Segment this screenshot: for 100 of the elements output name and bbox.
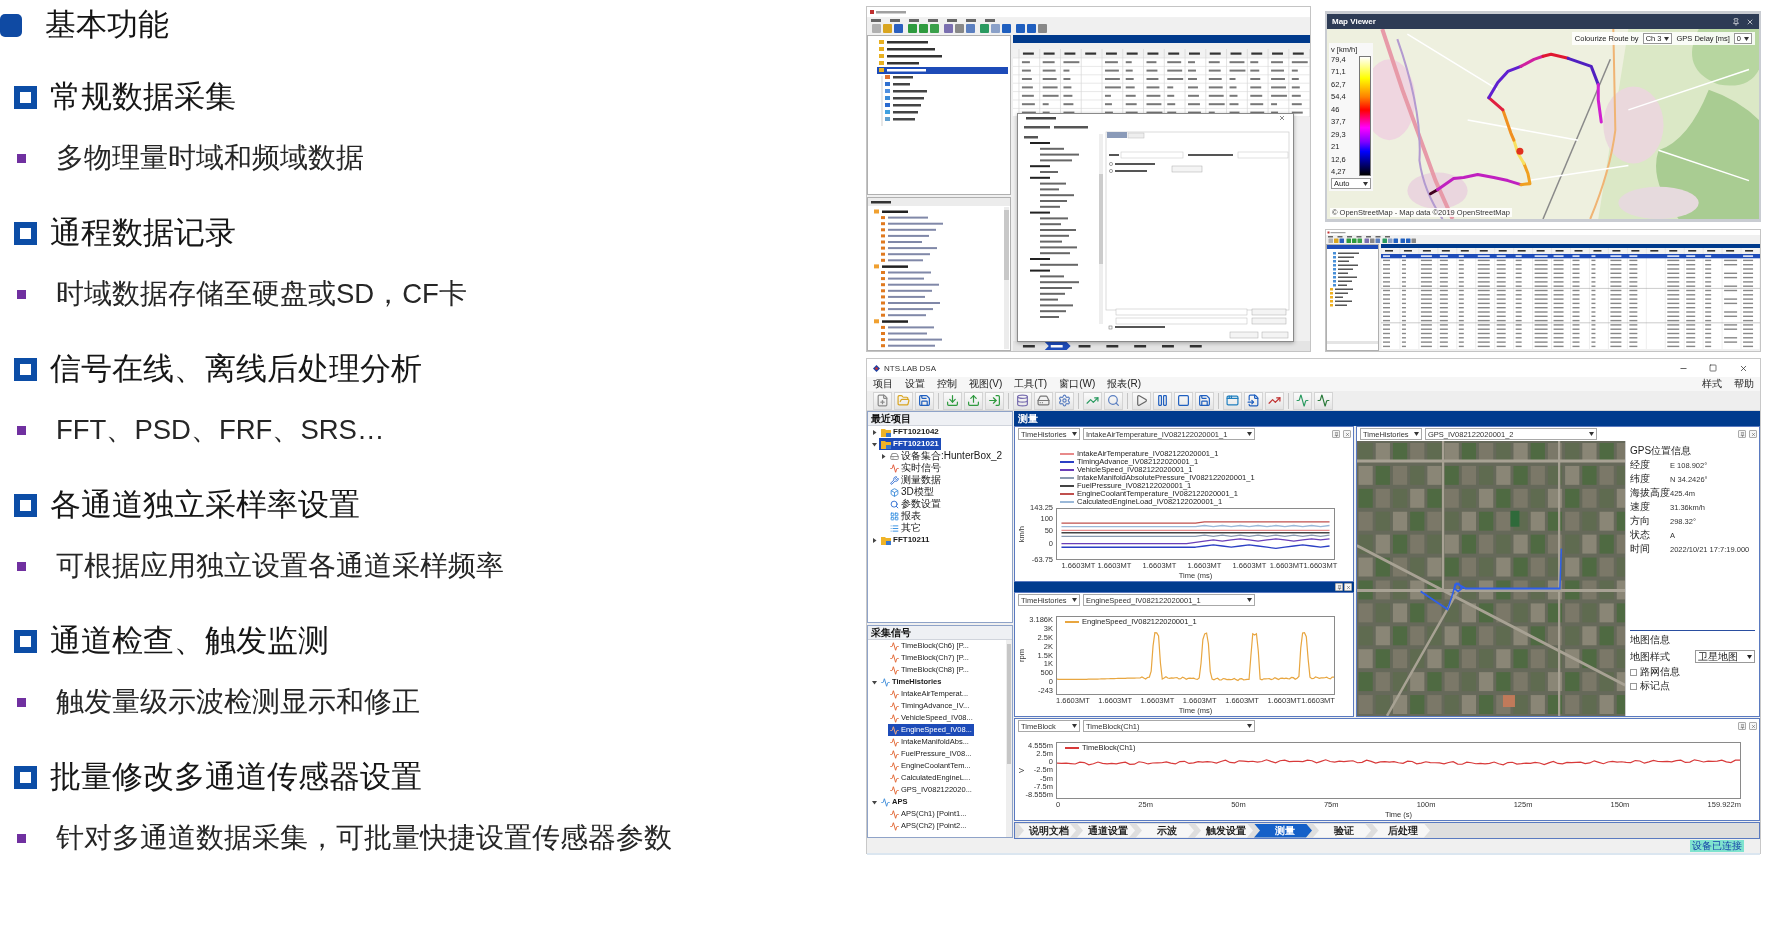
caret-down-icon bbox=[1072, 724, 1077, 728]
menu-item[interactable]: 样式 bbox=[1702, 378, 1722, 390]
tree-item[interactable]: 3D模型 bbox=[888, 486, 936, 498]
waveform-icon bbox=[890, 463, 899, 473]
caret-down-icon bbox=[1247, 432, 1252, 436]
menu-item[interactable]: 控制 bbox=[937, 378, 957, 390]
step-tab[interactable]: 触发设置 bbox=[1195, 823, 1253, 838]
slide-title: 基本功能 bbox=[45, 6, 169, 44]
square-bullet-icon bbox=[17, 153, 26, 163]
caret-down-icon[interactable] bbox=[872, 679, 877, 685]
settings-icon bbox=[1058, 394, 1071, 407]
menu-item[interactable]: 视图(V) bbox=[969, 378, 1003, 390]
section-title: GPS位置信息 bbox=[1630, 444, 1693, 458]
toolbar-button[interactable] bbox=[873, 391, 892, 410]
menu-item[interactable]: 工具(T) bbox=[1014, 378, 1048, 390]
tree-item[interactable]: 报表 bbox=[888, 510, 923, 522]
toolbar-button[interactable] bbox=[1013, 391, 1032, 410]
step-tab[interactable]: 测量 bbox=[1254, 823, 1312, 838]
checkbox-label: 标记点 bbox=[1640, 680, 1670, 692]
download-icon bbox=[946, 394, 959, 407]
folder-icon bbox=[881, 535, 891, 545]
pin-button[interactable] bbox=[1738, 430, 1746, 438]
step-tab[interactable]: 验证 bbox=[1313, 823, 1371, 838]
tree-item[interactable]: 参数设置 bbox=[888, 498, 943, 510]
feature-title: 各通道独立采样率设置 bbox=[50, 486, 360, 524]
list-icon bbox=[890, 523, 899, 533]
square-bullet-icon bbox=[17, 833, 26, 843]
menu-item[interactable]: 项目 bbox=[873, 378, 893, 390]
caret-right-icon[interactable] bbox=[881, 453, 886, 459]
pin-icon bbox=[1739, 431, 1745, 437]
caret-down-icon bbox=[1247, 724, 1252, 728]
step-tab[interactable]: 说明文档 bbox=[1018, 823, 1076, 838]
toolbar-button[interactable] bbox=[1174, 391, 1193, 410]
caret-right-icon[interactable] bbox=[872, 429, 877, 435]
toolbar-button[interactable] bbox=[1223, 391, 1242, 410]
tree-item[interactable]: FFT1021042 bbox=[879, 426, 941, 438]
pin-icon bbox=[1333, 431, 1339, 437]
maximize-icon bbox=[1709, 364, 1717, 372]
toolbar-button[interactable] bbox=[1195, 391, 1214, 410]
toolbar-button[interactable] bbox=[1265, 391, 1284, 410]
grid-icon bbox=[890, 511, 899, 521]
close-icon bbox=[1345, 584, 1351, 590]
map-style-select[interactable]: 卫星地图 bbox=[1695, 650, 1755, 663]
caret-down-icon[interactable] bbox=[872, 799, 877, 805]
field-label: 状态 bbox=[1630, 529, 1651, 541]
menu-item[interactable]: 帮助 bbox=[1734, 378, 1754, 390]
tree-item[interactable]: FFT10211 bbox=[879, 534, 932, 546]
wrench-icon bbox=[890, 475, 899, 485]
feature-title: 通程数据记录 bbox=[50, 214, 236, 252]
status-label: 设备已连接 bbox=[1690, 839, 1744, 852]
square-bullet-icon bbox=[17, 425, 26, 435]
toolbar-button[interactable] bbox=[1293, 391, 1312, 410]
toolbar-button[interactable] bbox=[1055, 391, 1074, 410]
tree-item[interactable]: 实时信号 bbox=[888, 462, 943, 474]
toolbar-button[interactable] bbox=[985, 391, 1004, 410]
window-icon bbox=[1226, 394, 1239, 407]
menu-item[interactable]: 设置 bbox=[905, 378, 925, 390]
toolbar-button[interactable] bbox=[915, 391, 934, 410]
toolbar-button[interactable] bbox=[1244, 391, 1263, 410]
square-bullet-icon bbox=[14, 221, 37, 245]
tree-item[interactable]: FFT1021021 bbox=[879, 438, 941, 450]
pin-button[interactable] bbox=[1738, 722, 1746, 730]
step-tab[interactable]: 通道设置 bbox=[1077, 823, 1135, 838]
checkbox[interactable] bbox=[1630, 682, 1637, 690]
toolbar-button[interactable] bbox=[1314, 391, 1333, 410]
panel-title: 采集信号 bbox=[868, 626, 1012, 640]
feature-title: 信号在线、离线后处理分析 bbox=[50, 350, 422, 388]
folder-icon bbox=[897, 394, 910, 407]
close-icon[interactable] bbox=[1746, 17, 1754, 26]
caret-right-icon[interactable] bbox=[872, 537, 877, 543]
close-button[interactable] bbox=[1749, 430, 1757, 438]
checkbox-label: 路网信息 bbox=[1640, 666, 1680, 678]
step-tab[interactable]: 后处理 bbox=[1372, 823, 1430, 838]
toolbar-button[interactable] bbox=[943, 391, 962, 410]
pin-button[interactable] bbox=[1332, 430, 1340, 438]
caret-down-icon[interactable] bbox=[872, 441, 877, 447]
pin-button[interactable] bbox=[1335, 583, 1343, 591]
close-button[interactable] bbox=[1749, 722, 1757, 730]
step-tab[interactable]: 示波 bbox=[1136, 823, 1194, 838]
close-button[interactable] bbox=[1343, 430, 1351, 438]
tree-item[interactable]: 其它 bbox=[888, 522, 923, 534]
toolbar-button[interactable] bbox=[964, 391, 983, 410]
activity-icon bbox=[1317, 394, 1330, 407]
toolbar-button[interactable] bbox=[1153, 391, 1172, 410]
field-label: 地图样式 bbox=[1630, 650, 1670, 663]
close-button[interactable] bbox=[1344, 583, 1352, 591]
pin-icon[interactable] bbox=[1732, 17, 1740, 26]
toolbar-button[interactable] bbox=[1083, 391, 1102, 410]
scrollbar-thumb[interactable] bbox=[1007, 644, 1011, 764]
position-marker-icon bbox=[1516, 147, 1524, 155]
menu-item[interactable]: 窗口(W) bbox=[1059, 378, 1096, 390]
trend-chart-icon bbox=[1086, 394, 1099, 407]
toolbar-button[interactable] bbox=[1104, 391, 1123, 410]
tree-item[interactable]: 设备集合:HunterBox_2 bbox=[888, 450, 1005, 462]
trend-chart-icon bbox=[1268, 394, 1281, 407]
checkbox[interactable] bbox=[1630, 668, 1637, 676]
menu-item[interactable]: 报表(R) bbox=[1107, 378, 1142, 390]
toolbar-button[interactable] bbox=[1132, 391, 1151, 410]
toolbar-button[interactable] bbox=[1034, 391, 1053, 410]
tree-item[interactable]: 测量数据 bbox=[888, 474, 943, 486]
